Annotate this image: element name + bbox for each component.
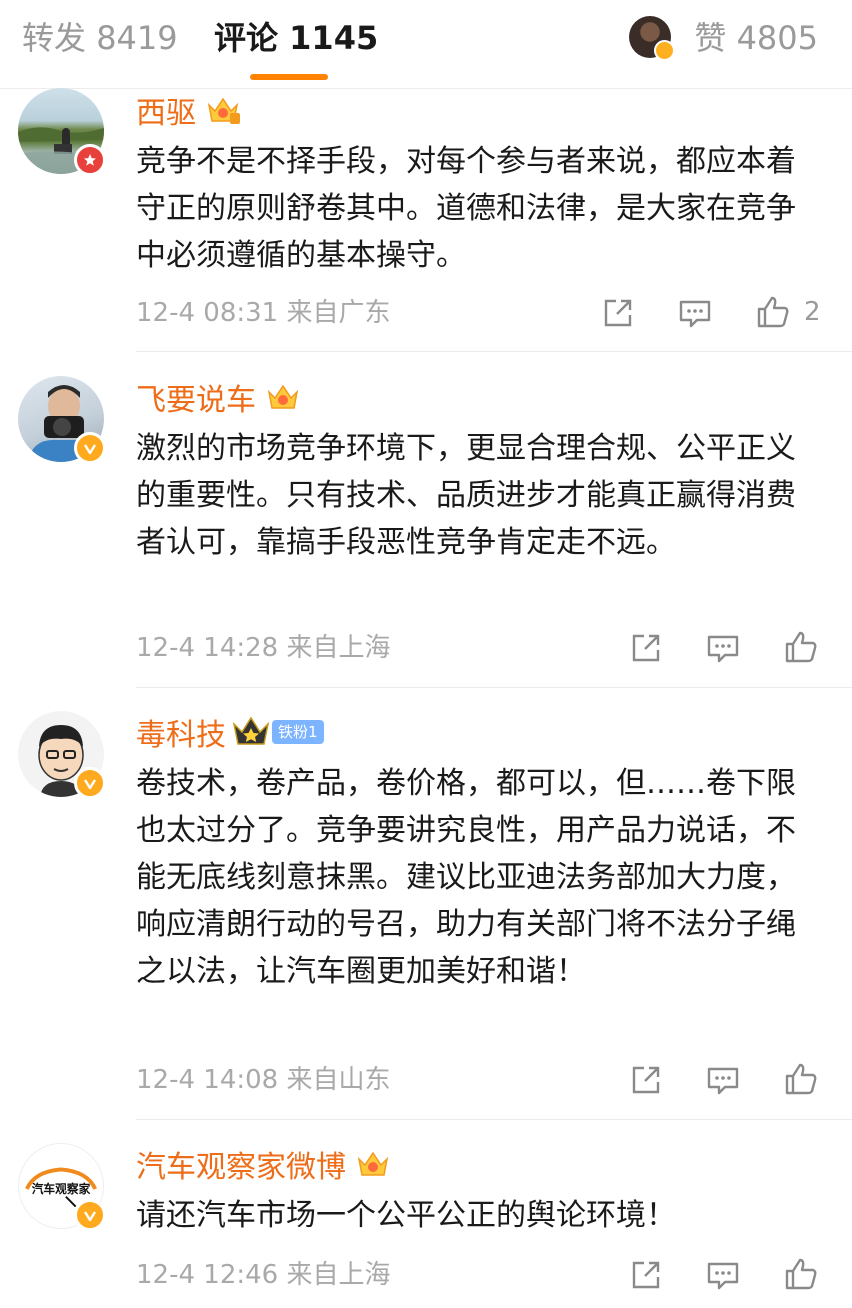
username[interactable]: 毒科技 [136, 710, 226, 754]
verified-icon [74, 432, 106, 464]
comment-time: 12-4 14:28 [136, 633, 279, 663]
tab-likes-label: 赞 [694, 19, 727, 57]
avatar[interactable] [18, 88, 106, 176]
comment-time: 12-4 14:08 [136, 1065, 279, 1095]
reply-icon[interactable] [705, 1257, 741, 1293]
like-count: 2 [804, 297, 821, 327]
tab-reposts-count: 8419 [96, 19, 178, 57]
reply-icon[interactable] [677, 295, 713, 331]
share-icon[interactable] [600, 295, 636, 331]
avatar[interactable] [18, 711, 106, 799]
brand-logo-text: 汽车观察家 [32, 1182, 91, 1196]
comment-header: 飞要说车 [136, 375, 300, 419]
comment-meta: 12-4 08:31 来自广东 [136, 295, 390, 331]
member-badge-icon [74, 144, 106, 176]
tab-comments[interactable]: 评论 1145 [214, 18, 378, 58]
reply-icon[interactable] [705, 630, 741, 666]
avatar[interactable] [18, 376, 106, 464]
share-icon[interactable] [628, 1062, 664, 1098]
vip-crown-icon [207, 97, 240, 124]
comment-text: 竞争不是不择手段，对每个参与者来说，都应本着守正的原则舒卷其中。道德和法律，是大… [136, 144, 796, 273]
like-icon[interactable] [755, 294, 791, 330]
comment-location: 来自上海 [286, 1260, 391, 1290]
divider [136, 687, 852, 688]
tab-comments-count: 1145 [289, 19, 379, 57]
tab-reposts-label: 转发 [22, 19, 87, 57]
vip-crown-icon [232, 716, 270, 745]
comment-header: 毒科技 铁粉1 [136, 710, 324, 754]
fan-level-badge: 铁粉1 [272, 720, 324, 744]
comment-time: 12-4 08:31 [136, 298, 279, 328]
comment-text: 激烈的市场竞争环境下，更显合理合规、公平正义的重要性。只有技术、品质进步才能真正… [136, 431, 796, 560]
tab-likes-count: 4805 [736, 19, 818, 57]
tab-reposts[interactable]: 转发 8419 [22, 18, 178, 58]
vip-crown-icon [267, 384, 299, 409]
comment-meta: 12-4 12:46 来自上海 [136, 1257, 390, 1293]
comment-header: 汽车观察家微博 [136, 1142, 390, 1186]
verified-icon [654, 40, 675, 61]
tab-likes[interactable]: 赞 4805 [694, 18, 818, 58]
comment-location: 来自广东 [286, 298, 391, 328]
verified-icon [74, 767, 106, 799]
like-icon[interactable] [783, 629, 819, 665]
share-icon[interactable] [628, 1257, 664, 1293]
like-icon[interactable] [783, 1061, 819, 1097]
comment-time: 12-4 12:46 [136, 1260, 279, 1290]
comment-location: 来自上海 [286, 633, 391, 663]
comment-header: 西驱 [136, 88, 240, 132]
username[interactable]: 汽车观察家微博 [136, 1142, 346, 1186]
divider [136, 1119, 852, 1120]
username[interactable]: 飞要说车 [136, 375, 256, 419]
vip-crown-icon [357, 1151, 389, 1176]
comment-text: 卷技术，卷产品，卷价格，都可以，但……卷下限也太过分了。竞争要讲究良性，用产品力… [136, 766, 796, 989]
comment-text: 请还汽车市场一个公平公正的舆论环境！ [136, 1198, 676, 1233]
reply-icon[interactable] [705, 1062, 741, 1098]
active-tab-indicator [250, 74, 328, 80]
verified-icon [74, 1199, 106, 1231]
share-icon[interactable] [628, 630, 664, 666]
comment-meta: 12-4 14:28 来自上海 [136, 630, 390, 666]
liker-avatar[interactable] [629, 16, 675, 61]
divider [136, 351, 852, 352]
comment-location: 来自山东 [286, 1065, 391, 1095]
comment-tabs-bar: 转发 8419 评论 1145 赞 4805 [0, 0, 852, 89]
avatar[interactable]: 汽车观察家 [18, 1143, 106, 1231]
like-icon[interactable] [783, 1256, 819, 1292]
comment-meta: 12-4 14:08 来自山东 [136, 1062, 390, 1098]
username[interactable]: 西驱 [136, 88, 196, 132]
tab-comments-label: 评论 [214, 19, 279, 57]
